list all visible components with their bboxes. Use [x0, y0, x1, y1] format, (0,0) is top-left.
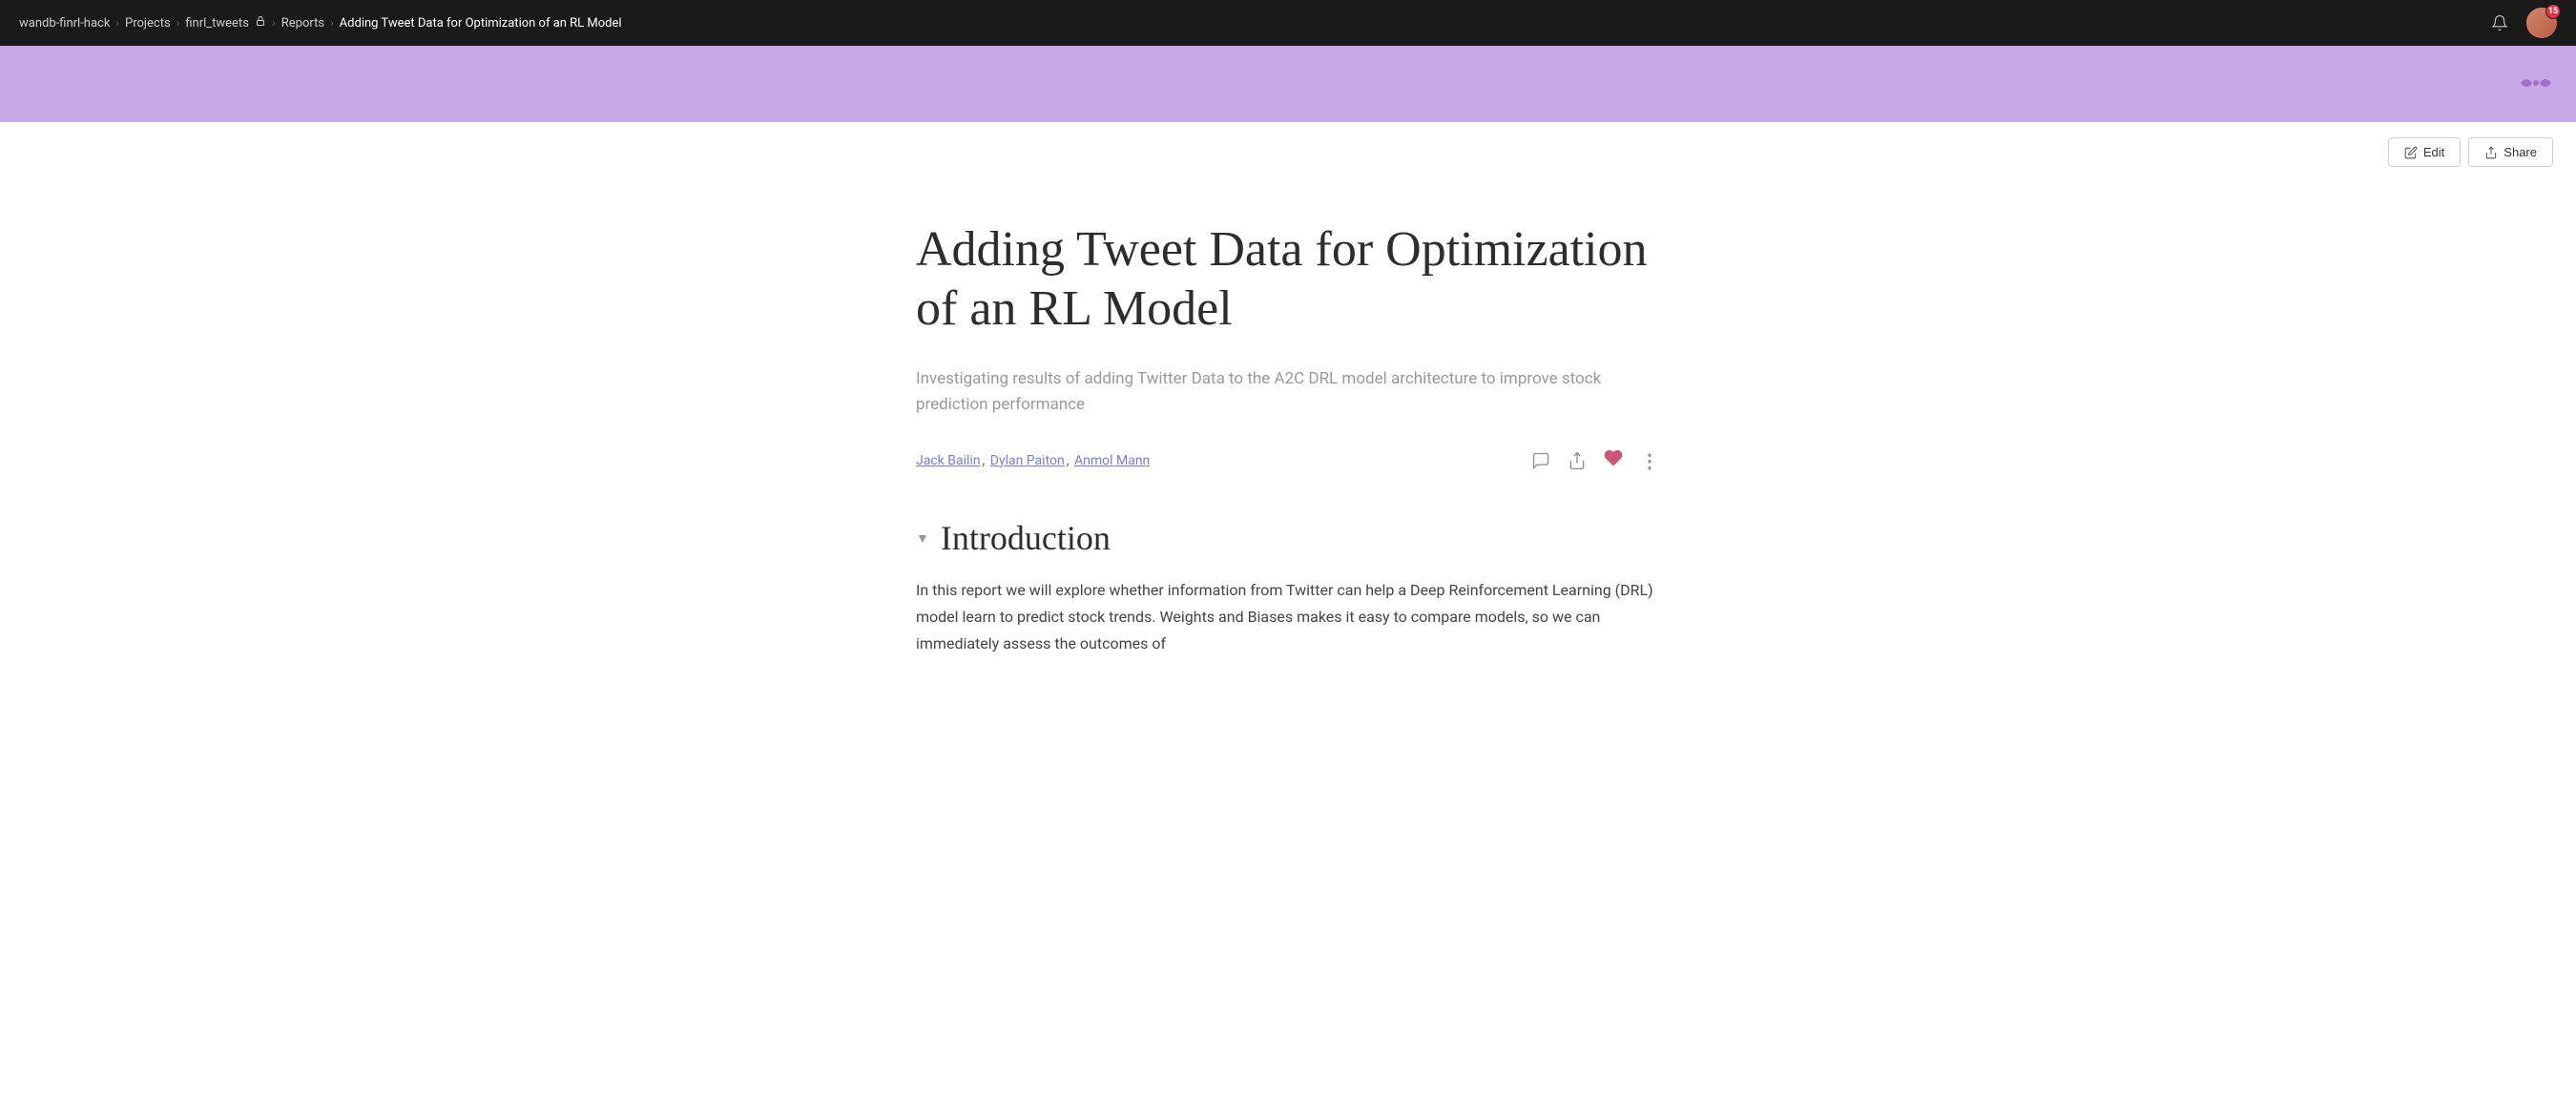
notification-bell[interactable] [2488, 11, 2511, 34]
report-authors: Jack Bailin , Dylan Paiton , Anmol Mann [916, 453, 1150, 468]
share-button[interactable]: Share [2468, 137, 2553, 167]
breadcrumb: wandb-finrl-hack › Projects › finrl_twee… [19, 15, 622, 31]
report-banner [0, 46, 2576, 122]
breadcrumb-project[interactable]: finrl_tweets [185, 15, 266, 31]
breadcrumb-reports[interactable]: Reports [281, 16, 324, 31]
author-sep-2: , [1067, 453, 1072, 468]
user-avatar[interactable]: 15 [2526, 8, 2557, 38]
collapse-icon[interactable]: ▼ [916, 530, 929, 547]
breadcrumb-sep-4: › [330, 16, 334, 30]
share-action-icon[interactable] [1568, 451, 1587, 470]
author-dylan[interactable]: Dylan Paiton [990, 453, 1065, 468]
topbar: wandb-finrl-hack › Projects › finrl_twee… [0, 0, 2576, 46]
share-upload-icon [2484, 146, 2498, 159]
section-introduction: ▼ Introduction In this report we will ex… [916, 518, 1660, 657]
section-title-introduction: Introduction [941, 518, 1111, 558]
section-header-introduction: ▼ Introduction [916, 518, 1660, 558]
breadcrumb-sep-1: › [115, 16, 119, 30]
author-jack[interactable]: Jack Bailin [916, 453, 981, 468]
more-options-icon[interactable]: ⋮ [1640, 449, 1660, 472]
report-meta: Jack Bailin , Dylan Paiton , Anmol Mann [916, 448, 1660, 472]
comment-icon[interactable] [1531, 451, 1550, 470]
report-content: Adding Tweet Data for Optimization of an… [859, 182, 1717, 714]
author-anmol[interactable]: Anmol Mann [1074, 453, 1150, 468]
breadcrumb-current: Adding Tweet Data for Optimization of an… [340, 16, 622, 31]
author-sep-1: , [983, 453, 988, 468]
heart-icon[interactable] [1604, 448, 1623, 472]
report-action-icons: ⋮ [1531, 448, 1660, 472]
report-subtitle: Investigating results of adding Twitter … [916, 366, 1660, 418]
topbar-right: 15 [2488, 8, 2557, 38]
section-body-introduction: In this report we will explore whether i… [916, 577, 1660, 657]
breadcrumb-org[interactable]: wandb-finrl-hack [19, 16, 110, 31]
bow-icon [2519, 69, 2553, 100]
breadcrumb-projects[interactable]: Projects [125, 16, 171, 31]
action-bar: Edit Share [0, 122, 2576, 182]
edit-button[interactable]: Edit [2388, 137, 2461, 167]
breadcrumb-sep-3: › [272, 16, 276, 30]
notification-badge: 15 [2545, 4, 2561, 19]
edit-pencil-icon [2404, 146, 2418, 159]
lock-icon [255, 15, 266, 27]
report-title: Adding Tweet Data for Optimization of an… [916, 220, 1660, 340]
breadcrumb-sep-2: › [177, 16, 180, 30]
